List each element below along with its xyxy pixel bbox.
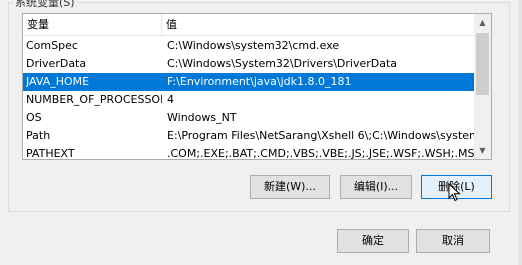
vertical-scrollbar[interactable]: ▲ ▼ — [474, 14, 491, 159]
table-row[interactable]: Path E:\Program Files\NetSarang\Xshell 6\… — [23, 127, 476, 145]
list-rows: ComSpec C:\Windows\system32\cmd.exe Driver… — [23, 37, 476, 160]
variable-name-cell: NUMBER_OF_PROCESSORS — [26, 93, 162, 106]
table-row[interactable]: JAVA_HOME F:\Environment\java\jdk1.8.0_18… — [23, 73, 476, 91]
variable-name-cell: Path — [26, 129, 51, 142]
variable-value-cell: Windows_NT — [167, 111, 237, 124]
variable-value-cell: 4 — [167, 93, 174, 106]
table-row[interactable]: NUMBER_OF_PROCESSORS 4 — [23, 91, 476, 109]
new-button[interactable]: 新建(W)... — [250, 175, 330, 199]
system-variables-list[interactable]: 变量 值 ComSpec C:\Windows\system32\cmd.exe D… — [22, 13, 492, 160]
variable-name-cell: OS — [26, 111, 42, 124]
mouse-cursor-icon — [448, 183, 461, 202]
cancel-button[interactable]: 取消 — [416, 229, 490, 253]
variable-name-cell: ComSpec — [26, 39, 78, 52]
group-label: 系统变量(S) — [13, 0, 77, 10]
scroll-down-icon[interactable]: ▼ — [474, 142, 491, 159]
variable-value-cell: C:\Windows\system32\cmd.exe — [167, 39, 340, 52]
variable-value-cell: C:\Windows\System32\Drivers\DriverData — [167, 57, 398, 70]
edit-button[interactable]: 编辑(I)... — [340, 175, 412, 199]
list-header: 变量 值 — [23, 14, 476, 36]
variable-value-cell: .COM;.EXE;.BAT;.CMD;.VBS;.VBE;.JS;.JSE;.… — [167, 147, 475, 160]
scroll-thumb[interactable] — [476, 33, 489, 95]
variable-name-cell: DriverData — [26, 57, 87, 70]
table-row[interactable]: OS Windows_NT — [23, 109, 476, 127]
table-row[interactable]: DriverData C:\Windows\System32\Drivers\Dr… — [23, 55, 476, 73]
window-edge — [518, 0, 522, 265]
variable-name-cell: PATHEXT — [26, 147, 75, 160]
column-header-variable[interactable]: 变量 — [23, 14, 162, 36]
ok-button[interactable]: 确定 — [337, 229, 409, 253]
variable-value-cell: F:\Environment\java\jdk1.8.0_181 — [167, 75, 352, 88]
variable-value-cell: E:\Program Files\NetSarang\Xshell 6\;C:\… — [167, 129, 475, 142]
variable-name-cell: JAVA_HOME — [26, 75, 90, 88]
column-header-value[interactable]: 值 — [162, 14, 476, 36]
table-row[interactable]: PATHEXT .COM;.EXE;.BAT;.CMD;.VBS;.VBE;.JS… — [23, 145, 476, 160]
scroll-up-icon[interactable]: ▲ — [474, 14, 491, 31]
table-row[interactable]: ComSpec C:\Windows\system32\cmd.exe — [23, 37, 476, 55]
